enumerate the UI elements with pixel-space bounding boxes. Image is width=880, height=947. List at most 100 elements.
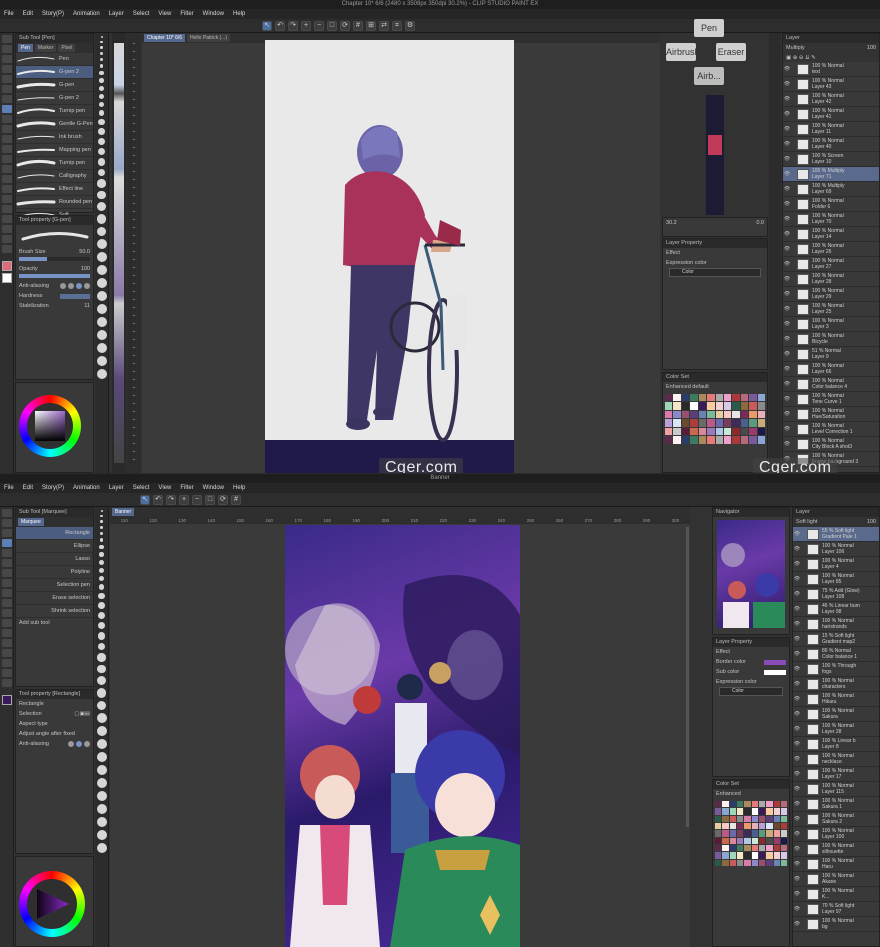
color-swatch[interactable]: [758, 859, 766, 866]
brush-size-dot[interactable]: [97, 168, 106, 177]
color-swatch[interactable]: [722, 837, 729, 844]
layer-row[interactable]: 👁 100 % Normal Layer 3: [783, 317, 879, 332]
color-swatch[interactable]: [757, 402, 766, 410]
color-swatch[interactable]: [707, 410, 715, 419]
sub-tool-item[interactable]: Polyline: [16, 566, 93, 579]
brush-size-dot[interactable]: [99, 538, 104, 543]
eye-icon[interactable]: 👁: [793, 606, 801, 612]
color-swatches[interactable]: [663, 392, 767, 446]
layer-row[interactable]: 👁 86 % Normal Color balance 1: [793, 647, 879, 662]
eye-icon[interactable]: 👁: [793, 816, 801, 822]
color-swatch[interactable]: [751, 801, 758, 808]
brush-size-dot[interactable]: [97, 676, 106, 686]
brush-size-dot[interactable]: [98, 101, 105, 108]
color-swatch[interactable]: [673, 402, 681, 410]
balloon-tool-icon[interactable]: [1, 679, 12, 687]
sub-tool-item[interactable]: Lasso: [16, 553, 93, 566]
select-mode-icon[interactable]: ↖: [140, 494, 150, 505]
brush-item[interactable]: Turnip pen: [16, 105, 93, 118]
color-swatch[interactable]: [722, 822, 729, 830]
brush-item[interactable]: G-pen 2: [16, 66, 93, 79]
color-swatch[interactable]: [780, 801, 788, 808]
color-swatch[interactable]: [758, 808, 766, 815]
color-swatch[interactable]: [729, 844, 736, 852]
layer-row[interactable]: 👁 100 % Normal hairstrands: [793, 617, 879, 632]
zoom-out-icon[interactable]: −: [192, 494, 202, 505]
color-swatch[interactable]: [665, 410, 673, 419]
brush-size-dot[interactable]: [96, 778, 107, 789]
color-swatch[interactable]: [722, 830, 729, 837]
color-swatch[interactable]: [715, 410, 723, 419]
color-swatch[interactable]: [780, 822, 788, 830]
color-swatch[interactable]: [673, 419, 681, 427]
color-swatch[interactable]: [722, 859, 729, 866]
brush-size-dot[interactable]: [96, 356, 107, 367]
adjust-angle-row[interactable]: Adjust angle after fixed: [16, 729, 93, 739]
color-swatch[interactable]: [690, 394, 698, 402]
color-swatch[interactable]: [681, 410, 690, 419]
eye-icon[interactable]: 👁: [783, 186, 791, 192]
color-swatch[interactable]: [751, 859, 758, 866]
color-swatch[interactable]: [780, 837, 788, 844]
color-swatch[interactable]: [758, 801, 766, 808]
settings-icon[interactable]: ⚙: [405, 20, 415, 31]
main-color-swatch[interactable]: [1, 261, 12, 271]
eye-icon[interactable]: 👁: [783, 411, 791, 417]
color-swatch[interactable]: [681, 394, 690, 402]
menu-select[interactable]: Select: [133, 9, 150, 19]
layer-row[interactable]: 👁 100 % Normal K...: [793, 887, 879, 902]
pencil-tool-icon[interactable]: [1, 579, 12, 587]
brush-item[interactable]: Effect line: [16, 183, 93, 196]
eye-icon[interactable]: 👁: [783, 96, 791, 102]
sub-color-row[interactable]: Sub color: [713, 667, 789, 677]
color-swatch[interactable]: [722, 844, 729, 852]
sub-tool-item[interactable]: Shrink selection: [16, 605, 93, 618]
color-swatch[interactable]: [766, 852, 773, 859]
flip-icon[interactable]: ⇄: [379, 20, 389, 31]
eye-icon[interactable]: 👁: [783, 66, 791, 72]
brush-size-dot[interactable]: [99, 526, 104, 530]
color-swatch[interactable]: [740, 419, 749, 427]
blend-tool-icon[interactable]: [1, 629, 12, 637]
brush-size-dot[interactable]: [96, 688, 107, 698]
brush-size-dot[interactable]: [98, 567, 105, 573]
color-swatch[interactable]: [698, 394, 707, 402]
menu-story[interactable]: Story(P): [42, 483, 64, 493]
brush-size-dot[interactable]: [98, 611, 105, 619]
brush-size-dot[interactable]: [96, 817, 107, 828]
color-swatch[interactable]: [758, 830, 766, 837]
color-swatch[interactable]: [665, 394, 673, 402]
brush-size-dot[interactable]: [100, 520, 103, 524]
menu-help[interactable]: Help: [233, 9, 245, 19]
brush-size-dot[interactable]: [96, 830, 107, 841]
color-swatch[interactable]: [665, 419, 673, 427]
color-set-name[interactable]: Enhanced: [713, 789, 789, 799]
layer-row[interactable]: 👁 100 % Normal Layer 115: [793, 782, 879, 797]
color-swatch[interactable]: [758, 837, 766, 844]
color-swatch[interactable]: [698, 427, 707, 436]
color-swatch[interactable]: [707, 419, 715, 427]
color-swatch[interactable]: [715, 852, 722, 859]
brush-size-row[interactable]: Brush Size 50.0: [16, 247, 93, 257]
layer-row[interactable]: 👁 55 % Soft light Gradient Pale 1: [793, 527, 879, 542]
layer-row[interactable]: 👁 100 % Normal Sakura: [793, 707, 879, 722]
color-swatch[interactable]: [773, 859, 780, 866]
eye-icon[interactable]: 👁: [783, 156, 791, 162]
dir-pen-button[interactable]: Pen: [694, 19, 724, 37]
color-wheel[interactable]: [19, 871, 85, 937]
zoom-in-icon[interactable]: +: [179, 494, 189, 505]
color-swatch[interactable]: [722, 801, 729, 808]
layer-blend-mode[interactable]: Multiply: [786, 45, 805, 51]
layer-row[interactable]: 👁 100 % Normal Sakura 2: [793, 812, 879, 827]
eye-icon[interactable]: 👁: [783, 396, 791, 402]
brush-item[interactable]: G-pen: [16, 79, 93, 92]
brush-size-dot[interactable]: [98, 602, 105, 609]
eye-icon[interactable]: 👁: [793, 921, 801, 927]
menu-window[interactable]: Window: [203, 9, 224, 19]
color-swatch[interactable]: [729, 837, 736, 844]
redo-icon[interactable]: ↷: [166, 494, 176, 505]
layer-row[interactable]: 👁 100 % Normal Layer 25: [783, 302, 879, 317]
color-swatch[interactable]: [722, 815, 729, 822]
color-swatches[interactable]: [713, 799, 789, 868]
layer-row[interactable]: 👁 100 % Normal Layer 27: [783, 257, 879, 272]
